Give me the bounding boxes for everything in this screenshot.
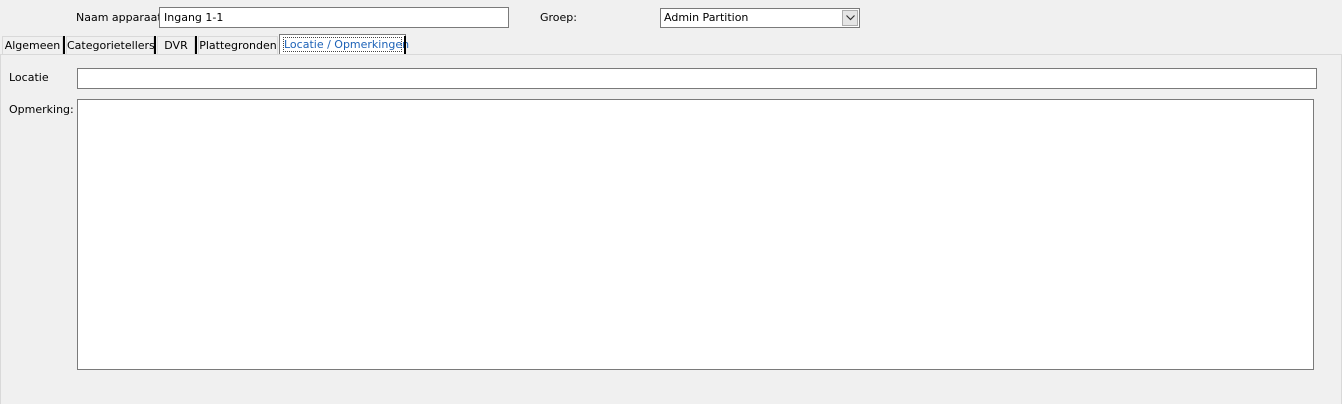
tab-label: Categorietellers [67,39,155,52]
tab-strip: Algemeen Categorietellers DVR Plattegron… [0,34,1342,55]
naam-apparaat-label: Naam apparaat [76,11,162,24]
tab-algemeen[interactable]: Algemeen [2,36,63,55]
opmerking-textarea[interactable] [77,99,1314,370]
tab-label: Plattegronden [199,39,277,52]
groep-label: Groep: [540,11,577,24]
naam-apparaat-input[interactable] [159,7,509,28]
tab-categorietellers[interactable]: Categorietellers [66,36,155,55]
tab-divider [63,36,65,55]
tab-label: Algemeen [4,39,61,52]
tab-divider [154,36,156,55]
tab-plattegronden[interactable]: Plattegronden [198,36,278,55]
locatie-label: Locatie [9,71,49,84]
groep-selected-value: Admin Partition [664,11,749,24]
tab-divider [195,36,197,55]
tab-label: Locatie / Opmerkingen [284,38,410,51]
opmerking-label: Opmerking: [9,103,74,116]
chevron-down-icon [846,15,855,21]
tab-label: DVR [164,39,188,52]
tab-focus-rect: Locatie / Opmerkingen [283,37,409,52]
locatie-input[interactable] [77,68,1317,89]
groep-select[interactable]: Admin Partition [660,8,860,28]
tab-locatie-opmerkingen[interactable]: Locatie / Opmerkingen [279,34,409,55]
tab-divider [404,36,406,55]
groep-dropdown-button[interactable] [842,10,858,26]
tab-dvr[interactable]: DVR [157,36,195,55]
